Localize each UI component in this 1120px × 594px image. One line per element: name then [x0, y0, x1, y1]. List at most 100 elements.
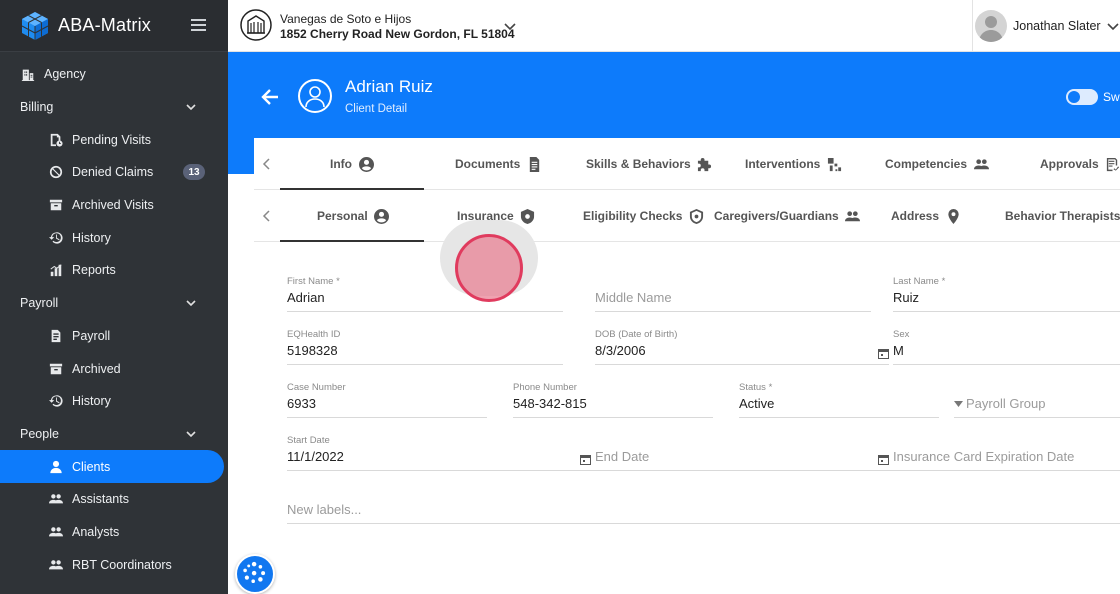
sidebar-item-archived[interactable]: Archived	[0, 352, 228, 385]
sidebar-section-people[interactable]: People	[0, 418, 228, 451]
sidebar-item-assistants[interactable]: Assistants	[0, 483, 228, 516]
labels-input[interactable]: New labels...	[287, 488, 1120, 524]
chevron-left-icon[interactable]	[262, 210, 272, 222]
user-menu[interactable]: Jonathan Slater	[972, 0, 1120, 52]
tab-label: Documents	[455, 157, 521, 171]
chevron-left-icon[interactable]	[262, 158, 272, 170]
interventions-icon	[826, 156, 842, 172]
sidebar-item-archived-visits[interactable]: Archived Visits	[0, 189, 228, 222]
tab-personal[interactable]: Personal	[317, 190, 390, 242]
archive-icon	[48, 197, 64, 213]
back-arrow-icon[interactable]	[260, 87, 280, 107]
middle-name-field[interactable]: Middle Name	[595, 276, 871, 312]
people-icon	[48, 491, 64, 507]
sidebar-item-denied-claims[interactable]: Denied Claims 13	[0, 156, 228, 189]
field-placeholder: Payroll Group	[966, 396, 1046, 411]
eqhealth-id-field[interactable]: EQHealth ID 5198328	[287, 329, 563, 365]
tab-label: Interventions	[745, 157, 821, 171]
tab-eligibility-checks[interactable]: Eligibility Checks	[583, 190, 704, 242]
calendar-icon[interactable]	[878, 348, 889, 359]
organization-address[interactable]: 1852 Cherry Road New Gordon, FL 51804	[280, 27, 515, 41]
sidebar-section-label: People	[20, 426, 59, 441]
shield-icon	[520, 208, 536, 224]
sidebar-item-pending-visits[interactable]: Pending Visits	[0, 123, 228, 156]
toggle-switch-label: Swi	[1103, 90, 1120, 104]
history-icon	[48, 230, 64, 246]
organization-logo-icon[interactable]	[240, 9, 272, 41]
tab-competencies[interactable]: Competencies	[885, 138, 989, 190]
app-name: ABA-Matrix	[58, 15, 152, 35]
phone-number-field[interactable]: Phone Number 548-342-815	[513, 382, 713, 418]
calendar-icon[interactable]	[878, 454, 889, 465]
tab-behavior-therapists[interactable]: Behavior Therapists	[1005, 190, 1120, 242]
organization-name[interactable]: Vanegas de Soto e Hijos	[280, 12, 411, 26]
person-icon	[48, 459, 64, 475]
sidebar: ABA-Matrix Agency Billing Pending Visits…	[0, 0, 228, 594]
people-icon	[973, 156, 989, 172]
field-value: 6933	[287, 396, 316, 411]
sidebar-section-payroll[interactable]: Payroll	[0, 287, 228, 320]
puzzle-icon	[697, 156, 713, 172]
tab-label: Insurance	[457, 209, 514, 223]
sidebar-item-label: Clients	[72, 459, 111, 474]
start-date-field[interactable]: Start Date 11/1/2022	[287, 435, 595, 471]
sidebar-item-label: Payroll	[72, 328, 111, 343]
field-placeholder: End Date	[595, 449, 650, 464]
tab-address[interactable]: Address	[891, 190, 961, 242]
person-circle-icon	[374, 208, 390, 224]
tab-skills-behaviors[interactable]: Skills & Behaviors	[586, 138, 713, 190]
tab-approvals[interactable]: Approvals	[1040, 138, 1120, 190]
sidebar-section-label: Payroll	[20, 296, 59, 311]
calendar-icon[interactable]	[580, 454, 591, 465]
denied-claims-count-badge: 13	[183, 164, 205, 181]
sidebar-item-history-payroll[interactable]: History	[0, 385, 228, 418]
tab-documents[interactable]: Documents	[455, 138, 542, 190]
status-select[interactable]: Status * Active	[739, 382, 939, 418]
first-name-field[interactable]: First Name * Adrian	[287, 276, 563, 312]
case-number-field[interactable]: Case Number 6933	[287, 382, 487, 418]
payroll-group-select[interactable]: Payroll Group	[954, 382, 1120, 418]
last-name-field[interactable]: Last Name * Ruiz	[893, 276, 1120, 312]
tab-label: Approvals	[1040, 157, 1099, 171]
client-name: Adrian Ruiz	[345, 77, 433, 96]
end-date-field[interactable]: End Date	[595, 435, 893, 471]
insurance-card-expiration-field[interactable]: Insurance Card Expiration Date	[893, 435, 1120, 471]
sidebar-item-history-billing[interactable]: History	[0, 221, 228, 254]
document-icon	[526, 156, 542, 172]
sidebar-item-label: Analysts	[72, 524, 120, 539]
field-label: Case Number	[287, 382, 346, 393]
sidebar-item-label: History	[72, 230, 111, 245]
client-subtitle: Client Detail	[345, 103, 407, 115]
sidebar-item-label: Agency	[44, 67, 86, 82]
sidebar-item-label: Denied Claims	[72, 165, 154, 180]
sidebar-item-analysts[interactable]: Analysts	[0, 516, 228, 549]
tab-label: Caregivers/Guardians	[714, 209, 839, 223]
field-value: 11/1/2022	[287, 449, 344, 464]
sidebar-item-label: History	[72, 394, 111, 409]
sidebar-section-billing[interactable]: Billing	[0, 91, 228, 124]
sex-field[interactable]: Sex M	[893, 329, 1120, 365]
sidebar-item-reports[interactable]: Reports	[0, 254, 228, 287]
document-clock-icon	[48, 132, 64, 148]
avatar	[975, 10, 1007, 42]
people-icon	[48, 557, 64, 573]
field-placeholder: Insurance Card Expiration Date	[893, 449, 1075, 464]
toggle-switch[interactable]	[1066, 89, 1098, 105]
dob-field[interactable]: DOB (Date of Birth) 8/3/2006	[595, 329, 889, 365]
sidebar-item-agency[interactable]: Agency	[0, 58, 228, 91]
tab-label: Competencies	[885, 157, 968, 171]
sidebar-item-label: Archived Visits	[72, 198, 154, 213]
sidebar-item-payroll[interactable]: Payroll	[0, 320, 228, 353]
dots-circle-icon	[243, 561, 266, 583]
tab-caregivers-guardians[interactable]: Caregivers/Guardians	[714, 190, 861, 242]
field-value: Ruiz	[893, 290, 920, 305]
sidebar-item-rbt-coordinators[interactable]: RBT Coordinators	[0, 548, 228, 581]
hamburger-menu-icon[interactable]	[191, 19, 206, 31]
sidebar-item-clients[interactable]: Clients	[0, 450, 224, 483]
chevron-down-icon[interactable]	[504, 20, 516, 32]
people-icon	[845, 208, 861, 224]
tab-interventions[interactable]: Interventions	[745, 138, 842, 190]
floating-action-button[interactable]	[235, 554, 275, 594]
primary-tab-bar: Info Documents Skills & Behaviors Interv…	[254, 138, 1120, 190]
tab-info[interactable]: Info	[330, 138, 374, 190]
